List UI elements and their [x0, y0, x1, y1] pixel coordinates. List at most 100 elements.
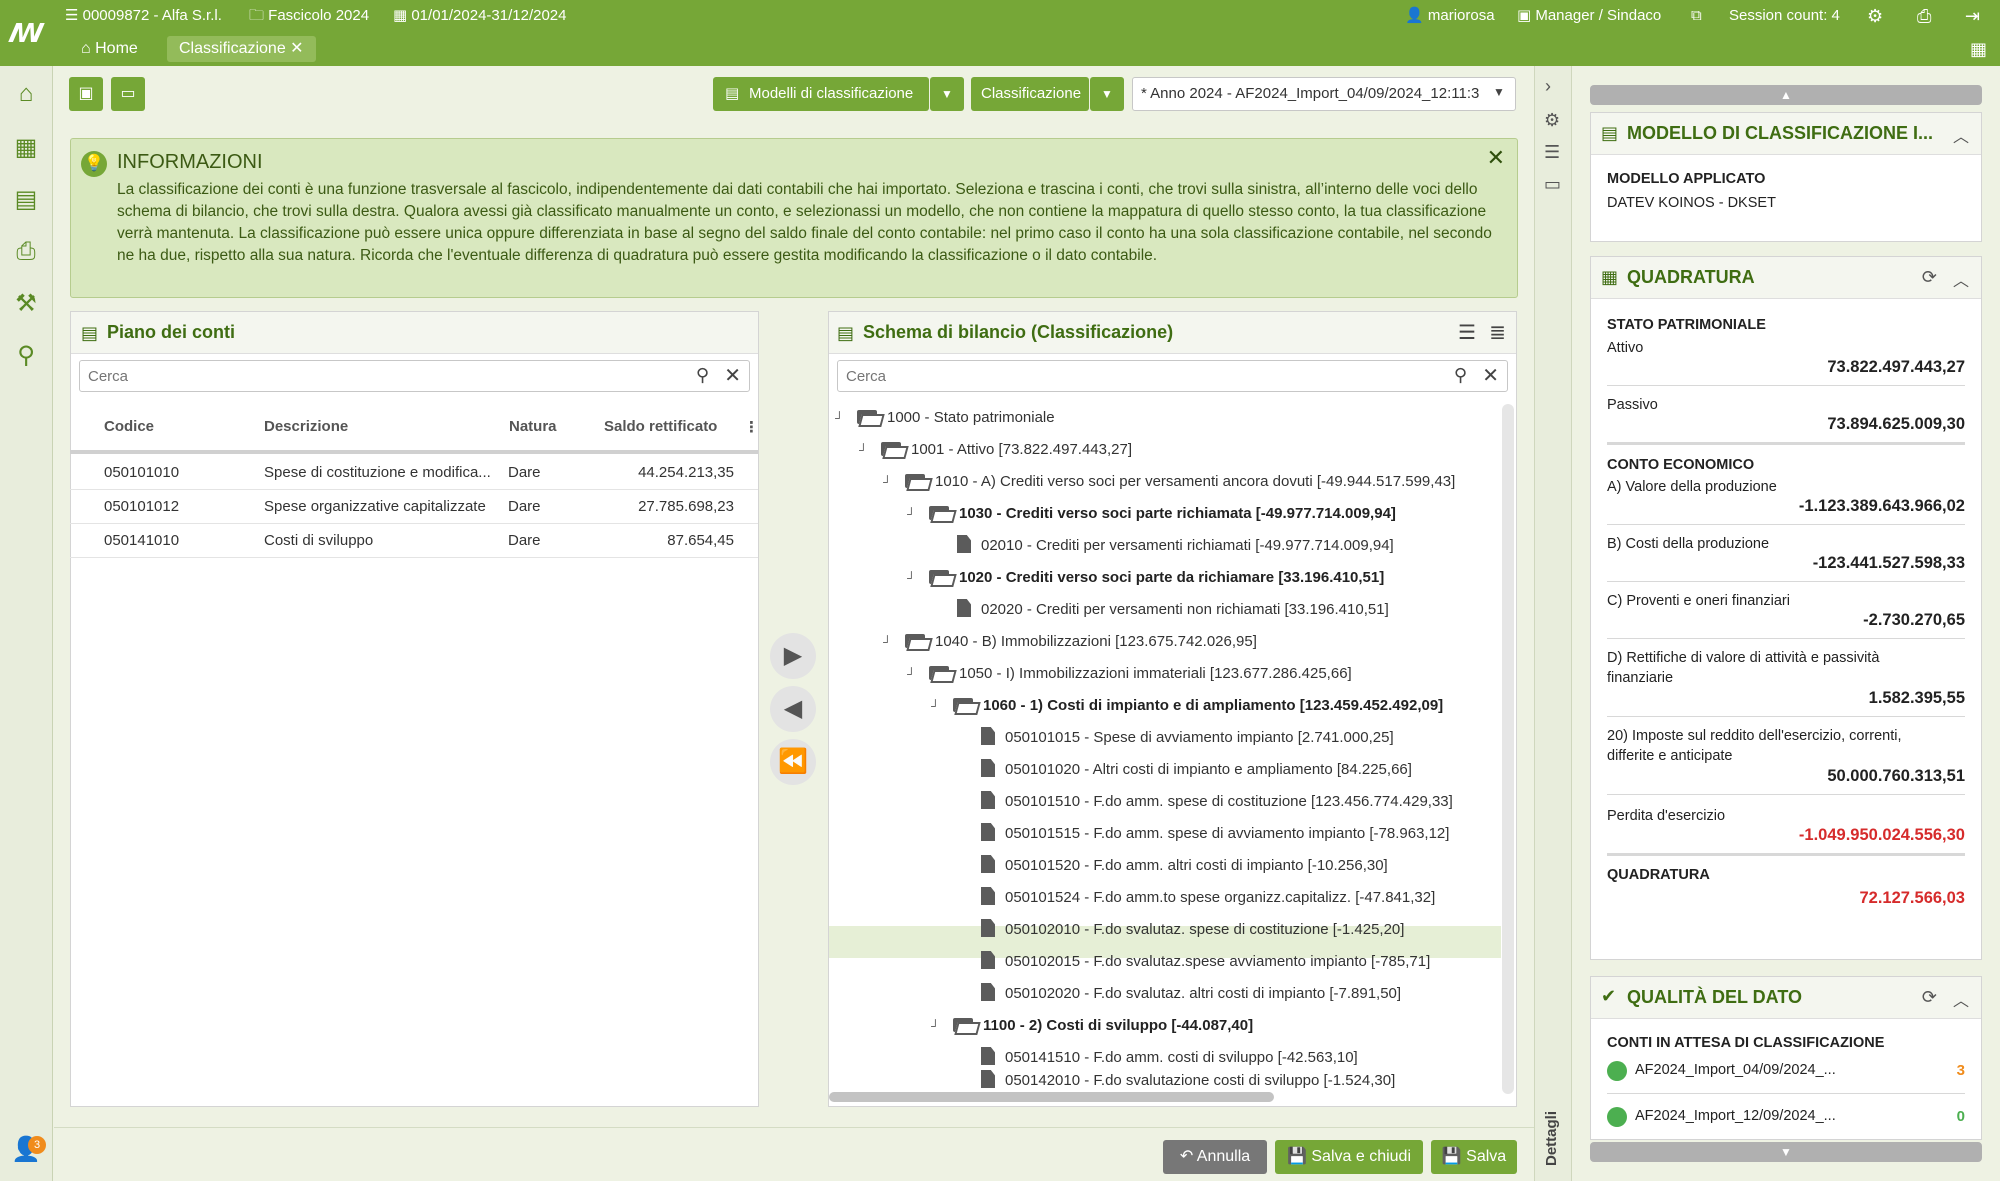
search-icon[interactable]: ⚲	[1454, 365, 1467, 386]
chevron-right-icon[interactable]: ›	[1545, 76, 1551, 97]
move-right-button[interactable]: ▶	[770, 633, 816, 679]
tree-node[interactable]: ┘ 1010 - A) Crediti verso soci per versam…	[883, 466, 1455, 498]
clear-search-icon[interactable]: ✕	[724, 363, 741, 388]
vertical-scrollbar[interactable]	[1502, 404, 1514, 1094]
table-row[interactable]: 050101010 Spese di costituzione e modifi…	[70, 456, 758, 490]
table-row[interactable]: 050101012 Spese organizzative capitalizz…	[70, 490, 758, 524]
collapse-icon[interactable]: ┘	[907, 658, 921, 690]
salva-button[interactable]: 💾 Salva	[1431, 1140, 1517, 1174]
collapse-icon[interactable]: ┘	[859, 434, 873, 466]
piano-search-input[interactable]	[80, 361, 649, 391]
tree-node[interactable]: ┘ 1100 - 2) Costi di sviluppo [-44.087,40…	[931, 1010, 1253, 1042]
search-icon[interactable]: ⚲	[696, 365, 709, 386]
tree-leaf[interactable]: 050142010 - F.do svalutazione costi di s…	[981, 1070, 1395, 1090]
tree-node[interactable]: ┘ 1001 - Attivo [73.822.497.443,27]	[859, 434, 1132, 466]
tree-leaf[interactable]: 050101515 - F.do amm. spese di avviament…	[981, 818, 1449, 850]
user-menu[interactable]: 👤 mariorosa	[1405, 0, 1495, 32]
move-all-left-button[interactable]: ⏪	[770, 739, 816, 785]
collapse-all-icon[interactable]: ≣	[1489, 320, 1506, 345]
collapse-icon[interactable]: ┘	[835, 402, 849, 434]
notification-badge: 3	[28, 1136, 46, 1154]
calculator-nav-icon[interactable]: ▦	[10, 132, 42, 164]
document-icon	[981, 791, 995, 809]
fascicolo-selector[interactable]: 🗀 Fascicolo 2024	[249, 0, 369, 32]
horizontal-scrollbar[interactable]	[829, 1092, 1274, 1102]
tree-leaf[interactable]: 050101524 - F.do amm.to spese organizz.c…	[981, 882, 1435, 914]
col-saldo[interactable]: Saldo rettificato	[604, 418, 717, 435]
calculator-button[interactable]: ▣	[69, 77, 103, 111]
scroll-down-button[interactable]: ▼	[1590, 1142, 1982, 1162]
collapse-panel-icon[interactable]: ︿	[1953, 267, 1969, 291]
expand-all-icon[interactable]: ☰	[1458, 320, 1476, 345]
tree-node[interactable]: ┘ 1040 - B) Immobilizzazioni [123.675.742…	[883, 626, 1257, 658]
table-row[interactable]: 050141010 Costi di sviluppo Dare 87.654,…	[70, 524, 758, 558]
collapse-icon[interactable]: ┘	[883, 466, 897, 498]
chevron-down-icon[interactable]: ▼	[1493, 85, 1505, 99]
collapse-icon[interactable]: ┘	[931, 1010, 945, 1042]
tab-classificazione[interactable]: Classificazione ✕	[167, 36, 316, 62]
apps-grid-icon[interactable]: ▦	[1958, 36, 1999, 62]
tree-leaf[interactable]: 050101520 - F.do amm. altri costi di imp…	[981, 850, 1388, 882]
tree-node[interactable]: ┘ 1060 - 1) Costi di impianto e di amplia…	[931, 690, 1443, 722]
tree-leaf[interactable]: 050101015 - Spese di avviamento impianto…	[981, 722, 1394, 754]
refresh-icon[interactable]: ⟳	[1922, 987, 1937, 1008]
scroll-up-button[interactable]: ▲	[1590, 85, 1982, 105]
close-tab-icon[interactable]: ✕	[290, 40, 303, 57]
schema-search-input[interactable]	[838, 361, 1407, 391]
import-item[interactable]: AF2024_Import_04/09/2024_...	[1635, 1062, 1836, 1078]
classificazione-dropdown-button[interactable]: ▼	[1090, 77, 1124, 111]
col-natura[interactable]: Natura	[509, 418, 557, 435]
collapse-icon[interactable]: ┘	[907, 498, 921, 530]
home-nav-icon[interactable]: ⌂	[10, 78, 42, 110]
app-logo[interactable]: ꟿ	[0, 0, 53, 66]
anno-select[interactable]: * Anno 2024 - AF2024_Import_04/09/2024_1…	[1132, 77, 1516, 111]
printer-nav-icon[interactable]: ⎙	[10, 236, 42, 268]
tree-node[interactable]: ┘ 1050 - I) Immobilizzazioni immateriali …	[907, 658, 1352, 690]
company-selector[interactable]: ☰ 00009872 - Alfa S.r.l.	[65, 0, 222, 32]
annulla-button[interactable]: ↶ Annulla	[1163, 1140, 1267, 1174]
tree-leaf[interactable]: 050101510 - F.do amm. spese di costituzi…	[981, 786, 1453, 818]
move-left-button[interactable]: ◀	[770, 686, 816, 732]
tree-leaf[interactable]: 02020 - Crediti per versamenti non richi…	[957, 594, 1389, 626]
clear-search-icon[interactable]: ✕	[1482, 363, 1499, 388]
refresh-icon[interactable]: ⟳	[1922, 267, 1937, 288]
dettagli-label[interactable]: Dettagli	[1543, 1111, 1560, 1166]
import-item[interactable]: AF2024_Import_12/09/2024_...	[1635, 1108, 1836, 1124]
windows-icon[interactable]: ⧉	[1691, 0, 1702, 32]
search-nav-icon[interactable]: ⚲	[10, 340, 42, 372]
role-selector[interactable]: ▣ Manager / Sindaco	[1517, 0, 1661, 32]
logout-icon[interactable]: ⇥	[1965, 0, 1980, 32]
period-selector[interactable]: ▦ 01/01/2024-31/12/2024	[393, 0, 567, 32]
collapse-icon[interactable]: ┘	[883, 626, 897, 658]
monitor-button[interactable]: ▭	[111, 77, 145, 111]
collapse-icon[interactable]: ┘	[907, 562, 921, 594]
modelli-classificazione-button[interactable]: ▤ Modelli di classificazione	[713, 77, 929, 111]
tree-leaf[interactable]: 050102015 - F.do svalutaz.spese avviamen…	[981, 946, 1430, 978]
folder-open-icon	[929, 504, 951, 520]
tree-leaf-selected[interactable]: 050102010 - F.do svalutaz. spese di cost…	[981, 914, 1404, 946]
col-codice[interactable]: Codice	[104, 418, 154, 435]
settings-icon[interactable]: ⚙	[1867, 0, 1883, 32]
tree-node[interactable]: ┘ 1000 - Stato patrimoniale	[835, 402, 1055, 434]
tree-leaf[interactable]: 050101020 - Altri costi di impianto e am…	[981, 754, 1412, 786]
modelli-dropdown-button[interactable]: ▼	[930, 77, 964, 111]
salva-chiudi-button[interactable]: 💾 Salva e chiudi	[1275, 1140, 1423, 1174]
tree-leaf[interactable]: 02010 - Crediti per versamenti richiamat…	[957, 530, 1394, 562]
tab-home[interactable]: ⌂ Home	[69, 36, 150, 62]
tree-leaf[interactable]: 050102020 - F.do svalutaz. altri costi d…	[981, 978, 1401, 1010]
gear-icon[interactable]: ⚙	[1544, 110, 1560, 131]
collapse-panel-icon[interactable]: ︿	[1953, 987, 1969, 1011]
classificazione-button[interactable]: Classificazione	[971, 77, 1089, 111]
close-info-icon[interactable]: ✕	[1487, 145, 1505, 171]
col-descrizione[interactable]: Descrizione	[264, 418, 348, 435]
collapse-icon[interactable]: ┘	[931, 690, 945, 722]
collapse-panel-icon[interactable]: ︿	[1953, 123, 1969, 147]
tree-node[interactable]: ┘ 1030 - Crediti verso soci parte richiam…	[907, 498, 1396, 530]
comment-icon[interactable]: ▭	[1544, 174, 1561, 195]
document-nav-icon[interactable]: ▤	[10, 184, 42, 216]
tree-node[interactable]: ┘ 1020 - Crediti verso soci parte da rich…	[907, 562, 1384, 594]
print-icon[interactable]: ⎙	[1917, 0, 1931, 32]
column-menu-icon[interactable]: ⋮	[744, 418, 759, 436]
tools-nav-icon[interactable]: ⚒	[10, 288, 42, 320]
stack-icon[interactable]: ☰	[1544, 142, 1560, 163]
